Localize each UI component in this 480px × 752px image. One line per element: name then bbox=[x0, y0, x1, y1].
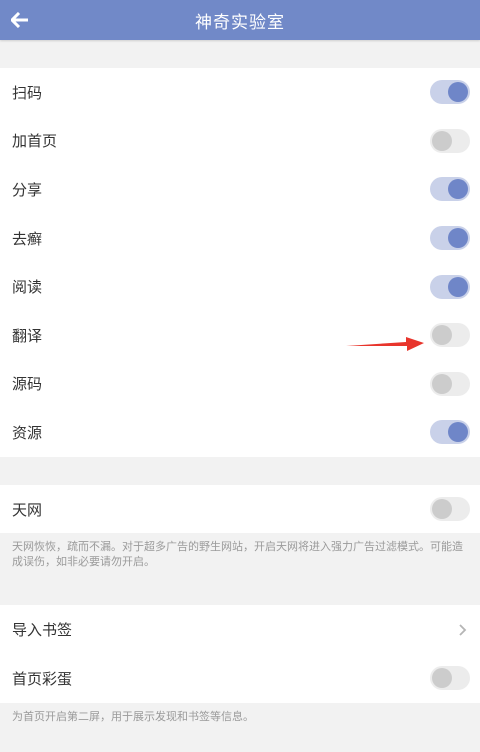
read-switch[interactable] bbox=[430, 274, 470, 299]
switch-knob bbox=[448, 228, 468, 249]
chevron-right-icon bbox=[456, 623, 470, 637]
toggle-label: 资源 bbox=[12, 423, 43, 442]
switch-knob bbox=[432, 325, 452, 346]
page-title: 神奇实验室 bbox=[195, 12, 285, 33]
toggle-row-add-home[interactable]: 加首页 bbox=[0, 117, 480, 166]
toggle-row-share[interactable]: 分享 bbox=[0, 165, 480, 214]
toggle-row-read[interactable]: 阅读 bbox=[0, 262, 480, 311]
toggle-label: 翻译 bbox=[12, 326, 43, 345]
translate-switch[interactable] bbox=[430, 323, 470, 348]
toggle-row-remove-ads[interactable]: 去癣 bbox=[0, 214, 480, 263]
toggle-row-tianwang[interactable]: 天网 bbox=[0, 485, 480, 534]
tianwang-switch[interactable] bbox=[430, 497, 470, 522]
share-switch[interactable] bbox=[430, 177, 470, 202]
toggle-row-scan[interactable]: 扫码 bbox=[0, 68, 480, 117]
add-home-switch[interactable] bbox=[430, 128, 470, 153]
toggle-label: 去癣 bbox=[12, 229, 43, 248]
toggle-label: 首页彩蛋 bbox=[12, 669, 73, 688]
tianwang-note: 天网恢恢，疏而不漏。对于超多广告的野生网站，开启天网将进入强力广告过滤模式。可能… bbox=[12, 540, 463, 569]
tianwang-group: 天网 bbox=[0, 484, 480, 534]
arrow-left-icon bbox=[11, 12, 28, 28]
switch-knob bbox=[432, 668, 452, 689]
switch-knob bbox=[448, 276, 468, 297]
switch-knob bbox=[432, 373, 452, 394]
switch-knob bbox=[448, 179, 468, 200]
toggle-row-egg[interactable]: 首页彩蛋 bbox=[0, 654, 480, 703]
toggle-label: 分享 bbox=[12, 180, 43, 199]
import-bookmarks-row[interactable]: 导入书签 bbox=[0, 605, 480, 654]
resources-switch[interactable] bbox=[430, 420, 470, 445]
back-button[interactable] bbox=[8, 8, 32, 32]
scan-switch[interactable] bbox=[430, 80, 470, 105]
toggle-label: 天网 bbox=[12, 500, 43, 519]
switch-knob bbox=[448, 82, 468, 103]
remove-ads-switch[interactable] bbox=[430, 226, 470, 251]
misc-group: 导入书签 首页彩蛋 bbox=[0, 605, 480, 703]
import-bookmarks-label: 导入书签 bbox=[12, 621, 73, 640]
toggle-label: 扫码 bbox=[12, 83, 43, 102]
switch-knob bbox=[432, 130, 452, 151]
egg-switch[interactable] bbox=[430, 666, 470, 691]
switch-knob bbox=[432, 499, 452, 520]
toggle-label: 阅读 bbox=[12, 278, 43, 297]
source-switch[interactable] bbox=[430, 371, 470, 396]
egg-note: 为首页开启第二屏，用于展示发现和书签等信息。 bbox=[12, 709, 254, 723]
toggle-label: 加首页 bbox=[12, 132, 58, 151]
switch-knob bbox=[448, 422, 468, 443]
toggle-row-resources[interactable]: 资源 bbox=[0, 408, 480, 457]
app-bar: 神奇实验室 bbox=[0, 0, 480, 40]
toggle-label: 源码 bbox=[12, 375, 43, 394]
toggle-row-translate[interactable]: 翻译 bbox=[0, 311, 480, 360]
feature-toggle-group: 扫码 加首页 分享 去癣 阅读 翻译 源码 资源 bbox=[0, 68, 480, 457]
toggle-row-source[interactable]: 源码 bbox=[0, 360, 480, 409]
